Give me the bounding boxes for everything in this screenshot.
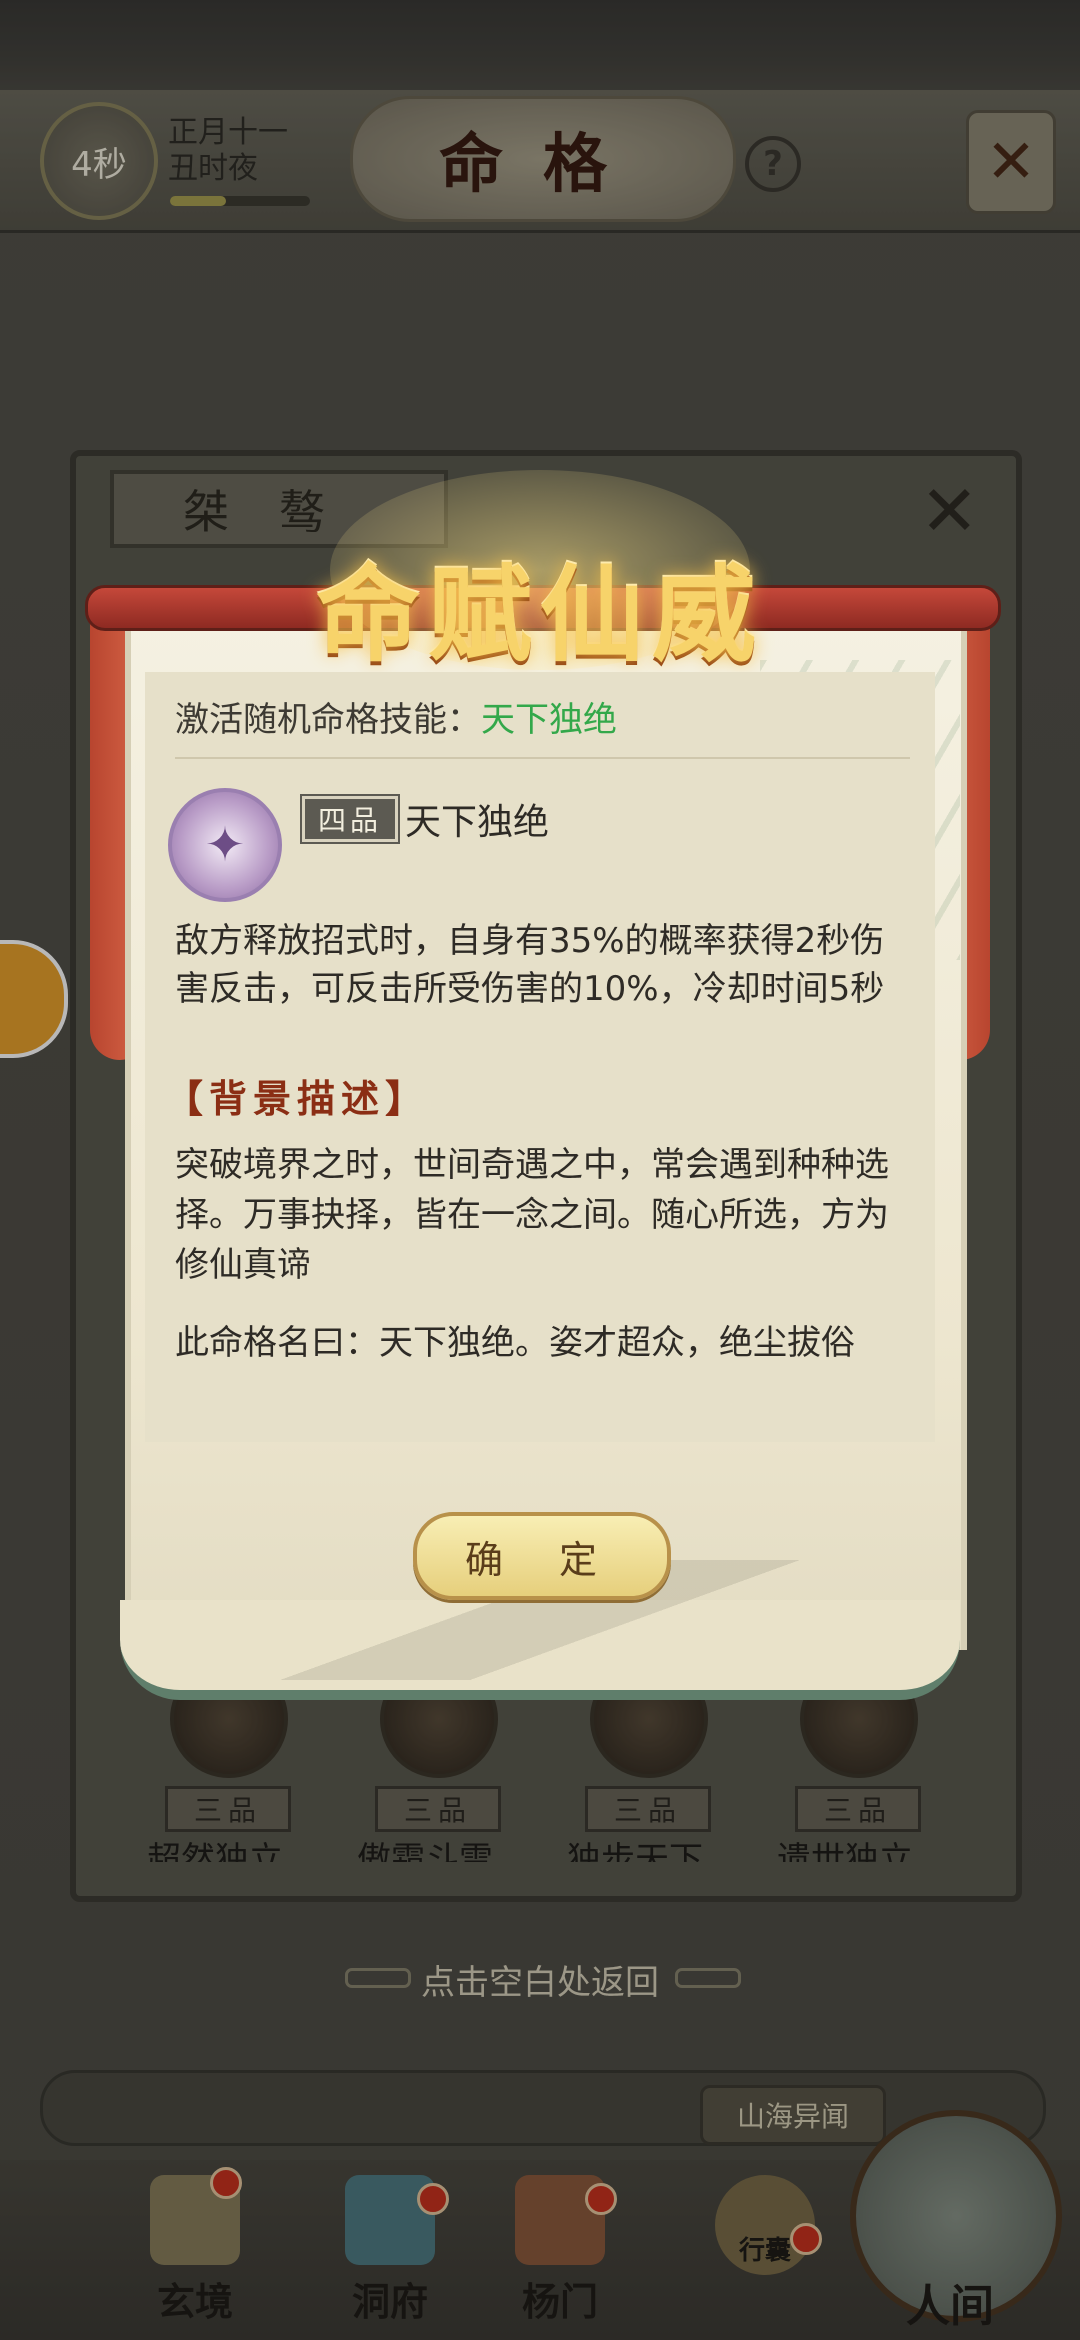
divider: [175, 757, 910, 759]
modal-title: 命赋仙威: [315, 553, 764, 676]
activate-value: 天下独绝: [481, 700, 617, 740]
skill-icon: ✦: [168, 788, 282, 902]
activate-line: 激活随机命格技能：天下独绝: [175, 692, 617, 741]
background-title: 【背景描述】: [165, 1076, 430, 1121]
background-text: 突破境界之时，世间奇遇之中，常会遇到种种选择。万事抉择，皆在一念之间。随心所选，…: [175, 1145, 889, 1285]
activate-label: 激活随机命格技能：: [175, 700, 481, 740]
fate-name-text: 此命格名曰：天下独绝。姿才超众，绝尘拔俗: [175, 1323, 855, 1363]
skill-grade-badge: 四品: [300, 794, 400, 844]
skill-description: 敌方释放招式时，自身有35%的概率获得2秒伤害反击，可反击所受伤害的10%，冷却…: [175, 921, 885, 1009]
confirm-button[interactable]: 确 定: [413, 1512, 671, 1600]
skill-name: 天下独绝: [405, 802, 550, 843]
